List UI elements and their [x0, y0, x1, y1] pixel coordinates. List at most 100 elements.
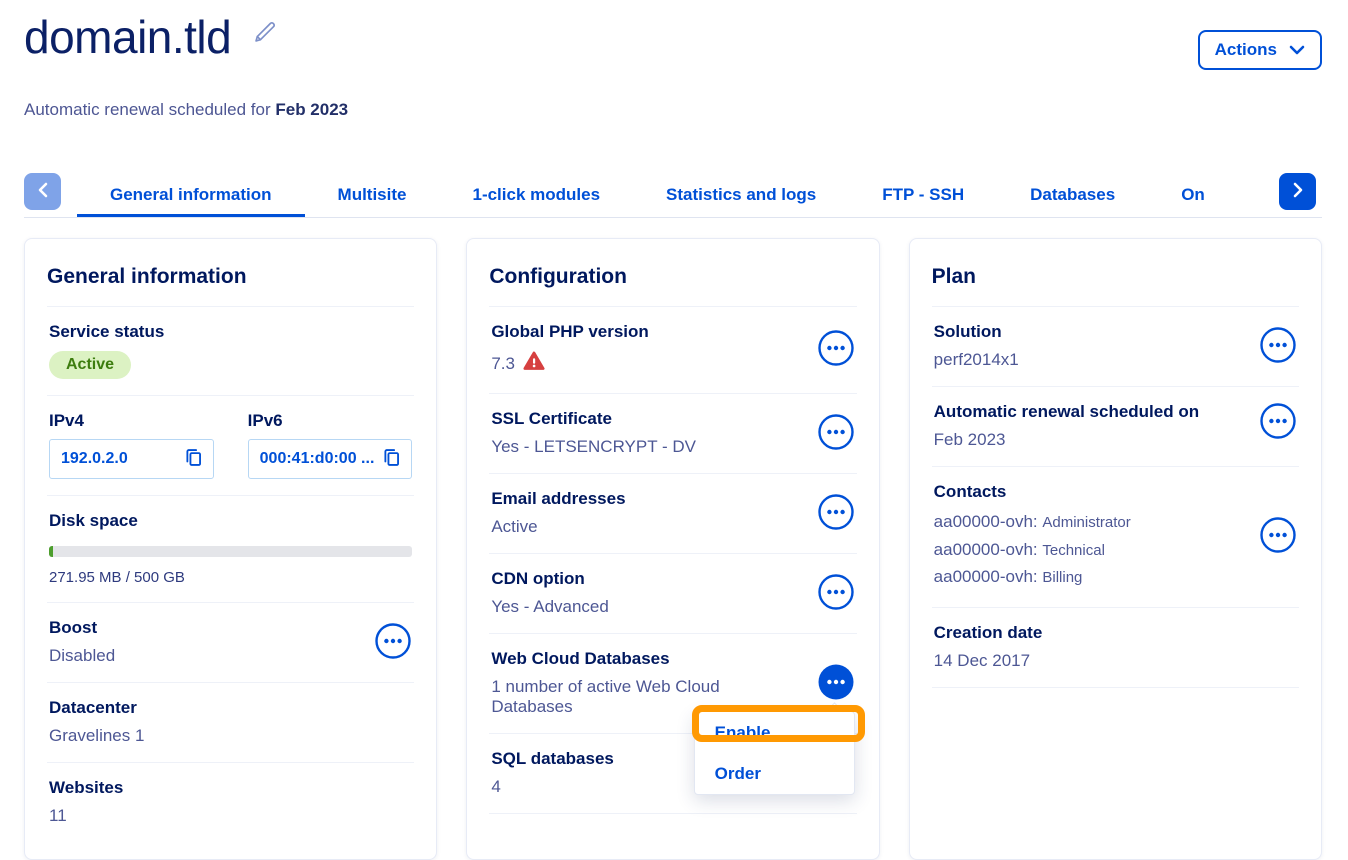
row-disk-space: Disk space 271.95 MB / 500 GB	[47, 495, 414, 602]
disk-space-label: Disk space	[49, 511, 412, 531]
ellipsis-icon	[817, 493, 855, 534]
wcd-options-button[interactable]	[817, 663, 855, 704]
php-options-button[interactable]	[817, 329, 855, 370]
tabs-scroll-left-button[interactable]	[24, 173, 61, 210]
copy-icon	[183, 447, 204, 471]
ipv6-value: 000:41:d0:00 ...	[260, 450, 375, 468]
ssl-value: Yes - LETSENCRYPT - DV	[491, 437, 804, 457]
boost-options-button[interactable]	[374, 622, 412, 663]
row-ssl-certificate: SSL Certificate Yes - LETSENCRYPT - DV	[489, 393, 856, 473]
row-boost: Boost Disabled	[47, 602, 414, 682]
edit-domain-button[interactable]	[247, 15, 282, 53]
chevron-down-icon	[1289, 40, 1305, 60]
tab-truncated[interactable]: On	[1148, 173, 1238, 217]
tab-list: General information Multisite 1-click mo…	[77, 173, 1282, 217]
renewal-subtitle-text: Automatic renewal scheduled for	[24, 100, 275, 119]
wcd-options-menu: Enable Order	[694, 711, 855, 795]
contacts-options-button[interactable]	[1259, 516, 1297, 557]
page-header: domain.tld Actions	[24, 0, 1322, 70]
card-configuration: Configuration Global PHP version 7.3	[466, 238, 879, 860]
websites-value: 11	[49, 806, 412, 826]
row-service-status: Service status Active	[47, 306, 414, 395]
ssl-options-button[interactable]	[817, 413, 855, 454]
card-title: Configuration	[489, 265, 856, 289]
cards-grid: General information Service status Activ…	[24, 238, 1322, 858]
datacenter-label: Datacenter	[49, 698, 412, 718]
cdn-value: Yes - Advanced	[491, 597, 804, 617]
card-title: Plan	[932, 265, 1299, 289]
solution-value: perf2014x1	[934, 350, 1247, 370]
creation-date-value: 14 Dec 2017	[934, 651, 1297, 671]
wcd-label: Web Cloud Databases	[491, 649, 804, 669]
status-badge: Active	[49, 351, 131, 379]
page-title: domain.tld	[24, 8, 231, 68]
disk-usage-progress-fill	[49, 546, 53, 557]
solution-label: Solution	[934, 322, 1247, 342]
ipv4-block: IPv4 192.0.2.0	[49, 411, 214, 479]
tab-statistics-and-logs[interactable]: Statistics and logs	[633, 173, 849, 217]
tab-ftp-ssh[interactable]: FTP - SSH	[849, 173, 997, 217]
ipv6-block: IPv6 000:41:d0:00 ...	[248, 411, 413, 479]
warning-icon	[523, 350, 545, 377]
ipv4-field: 192.0.2.0	[49, 439, 214, 479]
row-web-cloud-databases: Web Cloud Databases 1 number of active W…	[489, 633, 856, 733]
email-options-button[interactable]	[817, 493, 855, 534]
service-status-label: Service status	[49, 322, 412, 342]
tab-databases[interactable]: Databases	[997, 173, 1148, 217]
contacts-label: Contacts	[934, 482, 1247, 502]
card-plan: Plan Solution perf2014x1 Automatic renew…	[909, 238, 1322, 860]
contact-role: Billing	[1042, 569, 1082, 586]
contact-role: Administrator	[1042, 514, 1130, 531]
row-email-addresses: Email addresses Active	[489, 473, 856, 553]
solution-options-button[interactable]	[1259, 326, 1297, 367]
row-cdn-option: CDN option Yes - Advanced	[489, 553, 856, 633]
pencil-icon	[251, 34, 278, 49]
tab-multisite[interactable]: Multisite	[305, 173, 440, 217]
copy-ipv4-button[interactable]	[177, 447, 204, 471]
tab-general-information[interactable]: General information	[77, 173, 305, 217]
ellipsis-icon	[1259, 326, 1297, 367]
ipv4-value: 192.0.2.0	[61, 450, 128, 468]
ssl-label: SSL Certificate	[491, 409, 804, 429]
actions-button[interactable]: Actions	[1198, 30, 1322, 70]
actions-button-label: Actions	[1215, 40, 1277, 60]
row-contacts: Contacts aa00000-ovh: Administrator aa00…	[932, 466, 1299, 607]
renewal-subtitle: Automatic renewal scheduled for Feb 2023	[24, 100, 1322, 120]
row-automatic-renewal: Automatic renewal scheduled on Feb 2023	[932, 386, 1299, 466]
menu-item-order[interactable]: Order	[695, 753, 854, 794]
php-version-label: Global PHP version	[491, 322, 804, 342]
tab-bar: General information Multisite 1-click mo…	[24, 173, 1322, 218]
ellipsis-icon	[817, 573, 855, 614]
cdn-options-button[interactable]	[817, 573, 855, 614]
php-version-value: 7.3	[491, 354, 515, 374]
ellipsis-icon	[817, 663, 855, 704]
tab-1-click-modules[interactable]: 1-click modules	[439, 173, 633, 217]
tabs-scroll-right-button[interactable]	[1279, 173, 1316, 210]
websites-label: Websites	[49, 778, 412, 798]
renewal-options-button[interactable]	[1259, 402, 1297, 443]
renewal-date: Feb 2023	[275, 100, 348, 119]
row-global-php-version: Global PHP version 7.3	[489, 306, 856, 393]
copy-ipv6-button[interactable]	[375, 447, 402, 471]
disk-usage-text: 271.95 MB / 500 GB	[49, 569, 412, 586]
card-general-information: General information Service status Activ…	[24, 238, 437, 860]
row-solution: Solution perf2014x1	[932, 306, 1299, 386]
boost-label: Boost	[49, 618, 362, 638]
ipv6-label: IPv6	[248, 411, 413, 431]
contact-role: Technical	[1042, 542, 1105, 559]
creation-date-label: Creation date	[934, 623, 1297, 643]
row-datacenter: Datacenter Gravelines 1	[47, 682, 414, 762]
hosting-dashboard: domain.tld Actions Automatic renewal sch…	[0, 0, 1348, 858]
ellipsis-icon	[374, 622, 412, 663]
contact-account: aa00000-ovh:	[934, 567, 1038, 586]
ellipsis-icon	[817, 413, 855, 454]
row-websites: Websites 11	[47, 762, 414, 842]
contact-billing: aa00000-ovh: Billing	[934, 563, 1247, 591]
ipv6-field: 000:41:d0:00 ...	[248, 439, 413, 479]
email-label: Email addresses	[491, 489, 804, 509]
chevron-right-icon	[1293, 182, 1303, 201]
datacenter-value: Gravelines 1	[49, 726, 412, 746]
ellipsis-icon	[1259, 402, 1297, 443]
chevron-left-icon	[38, 182, 48, 201]
menu-item-enable[interactable]: Enable	[695, 712, 854, 753]
